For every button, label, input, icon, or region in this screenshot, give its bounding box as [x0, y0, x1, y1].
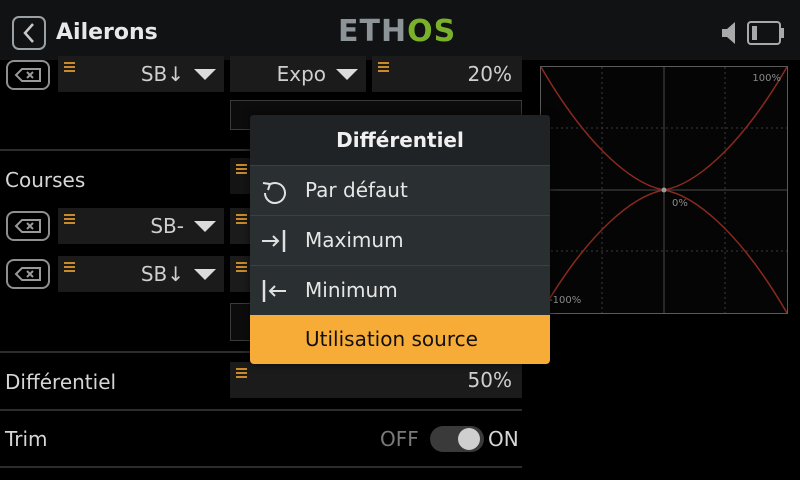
trim-off-label: OFF	[380, 427, 419, 451]
status-icons	[720, 20, 786, 46]
curve-type-dropdown[interactable]: Expo	[230, 56, 366, 92]
menu-item-minimum[interactable]: Minimum	[250, 265, 550, 315]
menu-item-label: Par défaut	[305, 178, 408, 202]
menu-item-label: Minimum	[305, 278, 398, 302]
delete-source-button[interactable]	[6, 211, 50, 241]
chevron-down-icon	[194, 221, 216, 232]
menu-item-maximum[interactable]: Maximum	[250, 215, 550, 265]
logo-text-left: ETH	[338, 14, 408, 49]
chevron-left-icon	[23, 23, 34, 43]
delete-icon	[14, 267, 41, 281]
differential-menu: Différentiel Par défaut Maximum Minimum …	[250, 115, 550, 364]
menu-title: Différentiel	[250, 115, 550, 165]
delete-source-button[interactable]	[6, 259, 50, 289]
arrow-left-bar-icon	[262, 280, 286, 302]
curve-value: 20%	[467, 62, 512, 86]
differential-value-field[interactable]: 50%	[230, 362, 522, 398]
options-bars-icon	[236, 164, 247, 175]
differential-value: 50%	[467, 368, 512, 392]
curve-graph-svg	[540, 66, 788, 314]
differential-label: Différentiel	[5, 370, 117, 394]
arrow-right-bar-icon	[262, 230, 286, 252]
center-point	[661, 187, 667, 193]
curve-type-value: Expo	[276, 62, 326, 86]
options-bars-icon	[64, 62, 75, 73]
top-bar: Ailerons ETHOS	[0, 0, 800, 60]
menu-item-use-source[interactable]: Utilisation source	[250, 315, 550, 364]
divider	[0, 466, 522, 468]
options-bars-icon	[236, 368, 247, 379]
options-bars-icon	[378, 62, 389, 73]
options-bars-icon	[64, 262, 75, 273]
ethos-logo: ETHOS	[338, 14, 456, 49]
options-bars-icon	[236, 214, 247, 225]
curve-value-field[interactable]: 20%	[372, 56, 522, 92]
chevron-down-icon	[194, 269, 216, 280]
courses-source-dropdown-1[interactable]: SB-	[58, 208, 224, 244]
trim-toggle-knob[interactable]	[458, 428, 480, 450]
divider	[0, 409, 522, 411]
chevron-down-icon	[336, 69, 358, 80]
trim-on-label: ON	[488, 427, 519, 451]
graph-label-center: 0%	[672, 198, 688, 209]
battery-icon	[747, 21, 784, 45]
delete-icon	[14, 219, 41, 233]
courses-source-dropdown-2[interactable]: SB↓	[58, 256, 224, 292]
menu-item-label: Maximum	[305, 228, 404, 252]
options-bars-icon	[236, 262, 247, 273]
curve-graph: 100% 0% -100%	[540, 66, 788, 314]
back-button[interactable]	[12, 16, 46, 50]
delete-icon	[14, 68, 41, 82]
logo-text-right: OS	[407, 14, 457, 49]
trim-label: Trim	[5, 427, 48, 451]
options-bars-icon	[64, 214, 75, 225]
speaker-icon	[722, 22, 735, 44]
courses-label: Courses	[5, 168, 86, 192]
reset-icon	[262, 182, 286, 204]
page-title: Ailerons	[56, 20, 158, 45]
menu-item-label: Utilisation source	[305, 327, 478, 351]
chevron-down-icon	[194, 69, 216, 80]
delete-source-button[interactable]	[6, 60, 50, 90]
courses-source-value: SB-	[150, 214, 184, 238]
source-dropdown[interactable]: SB↓	[58, 56, 224, 92]
source-value: SB↓	[140, 62, 184, 86]
courses-source-value: SB↓	[140, 262, 184, 286]
graph-label-top: 100%	[752, 73, 781, 84]
menu-item-default[interactable]: Par défaut	[250, 165, 550, 215]
graph-label-bottom: -100%	[549, 295, 582, 306]
